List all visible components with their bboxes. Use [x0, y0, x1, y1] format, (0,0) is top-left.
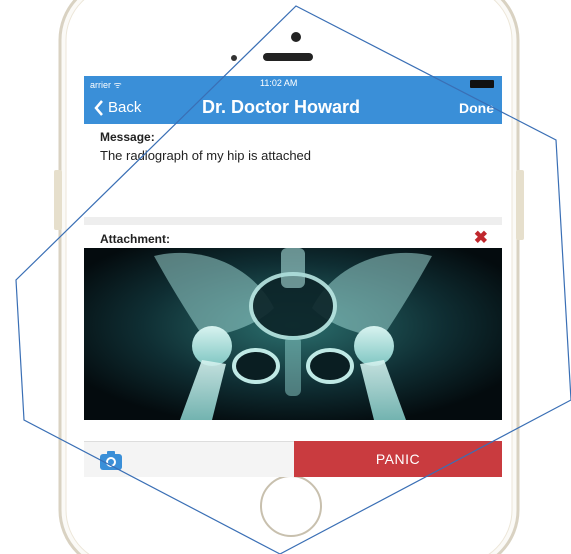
done-button[interactable]: Done: [459, 100, 494, 116]
camera-icon[interactable]: [100, 451, 122, 470]
status-bar: arrier ᯤ 11:02 AM: [84, 76, 502, 92]
attachment-label: Attachment:: [100, 232, 171, 246]
status-time: 11:02 AM: [260, 78, 298, 88]
bottom-toolbar: PANIC: [84, 441, 502, 477]
page-title: Dr. Doctor Howard: [202, 97, 361, 117]
front-camera-icon: [291, 32, 301, 42]
app-screen: arrier ᯤ 11:02 AM Back Dr. Doctor Howard…: [84, 76, 502, 477]
home-button[interactable]: [260, 475, 322, 537]
message-label: Message:: [100, 130, 155, 144]
back-label: Back: [108, 99, 142, 116]
remove-attachment-icon[interactable]: ✖: [474, 228, 488, 248]
toolbar-left-area: [84, 441, 294, 477]
battery-icon: [470, 80, 494, 88]
attachment-image[interactable]: [84, 248, 502, 420]
carrier-label: arrier ᯤ: [90, 80, 122, 90]
section-divider: [84, 217, 502, 225]
chevron-left-icon: [94, 99, 103, 116]
navigation-bar: Back Dr. Doctor Howard Done: [84, 92, 502, 124]
back-button[interactable]: Back: [94, 99, 141, 116]
speaker-grille: [263, 53, 313, 61]
panic-button[interactable]: PANIC: [294, 441, 502, 477]
message-text[interactable]: The radiograph of my hip is attached: [100, 148, 311, 163]
